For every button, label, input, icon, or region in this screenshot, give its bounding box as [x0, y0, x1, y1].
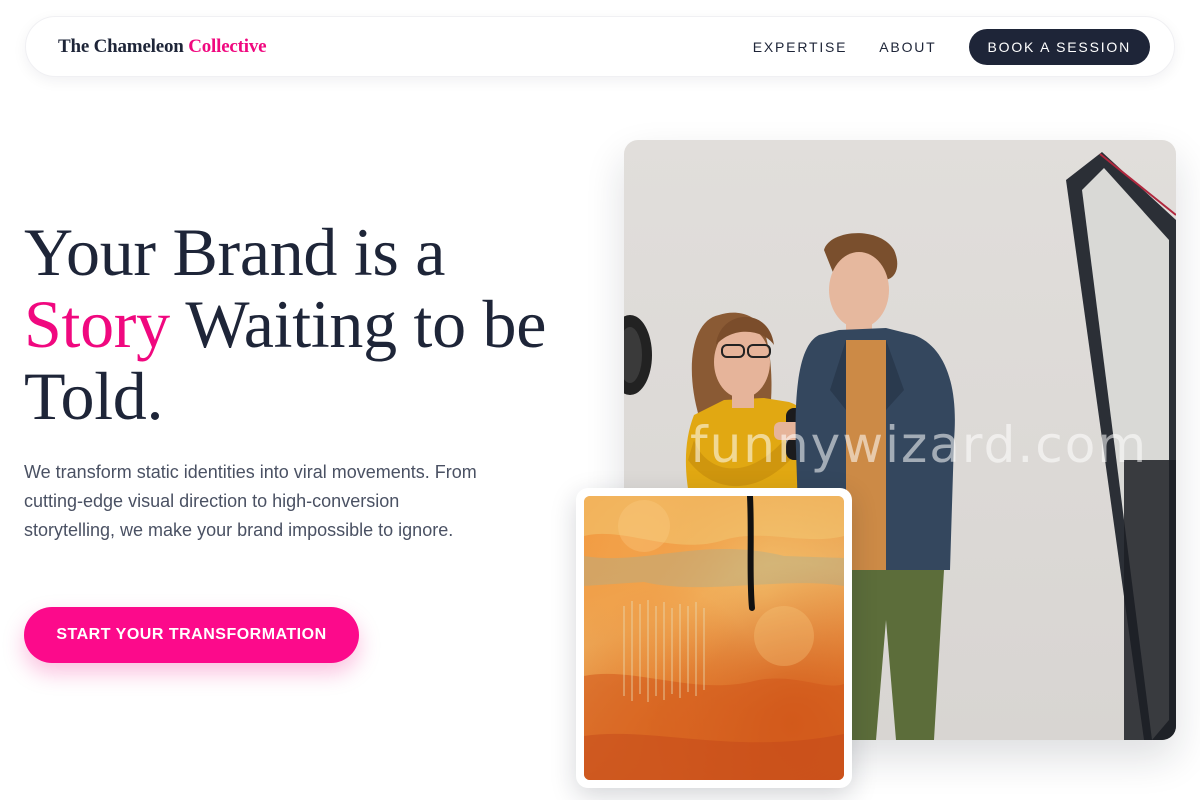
nav-links: EXPERTISE ABOUT BOOK A SESSION [753, 28, 1150, 65]
headline-highlight: Story [24, 286, 170, 362]
brand-name-accent: Collective [188, 35, 267, 57]
brand-name-main: The Chameleon [58, 35, 184, 57]
start-transformation-button[interactable]: START YOUR TRANSFORMATION [24, 607, 359, 663]
hero-subtext: We transform static identities into vira… [24, 462, 477, 540]
black-stroke [747, 496, 755, 611]
art-card [576, 488, 852, 788]
brand-logo[interactable]: The Chameleon Collective [58, 35, 267, 58]
nav-link-about[interactable]: ABOUT [879, 39, 936, 55]
painting-texture [584, 496, 844, 780]
book-session-button[interactable]: BOOK A SESSION [968, 28, 1150, 65]
top-navbar: The Chameleon Collective EXPERTISE ABOUT… [25, 16, 1175, 77]
nav-link-expertise[interactable]: EXPERTISE [753, 39, 848, 55]
headline-part-1: Your Brand is a [24, 214, 446, 290]
watermark-text: funnywizard.com [690, 416, 1149, 474]
hero-headline: Your Brand is a Story Waiting to be Told. [24, 216, 584, 432]
abstract-painting [584, 496, 844, 780]
